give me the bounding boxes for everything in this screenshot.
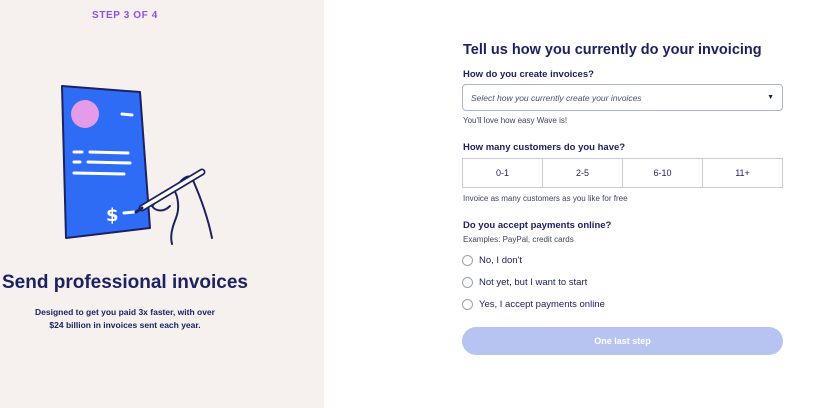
one-last-step-button[interactable]: One last step	[462, 327, 783, 355]
customers-hint: Invoice as many customers as you like fo…	[463, 194, 628, 203]
create-invoices-placeholder: Select how you currently create your inv…	[471, 92, 642, 103]
radio-button[interactable]	[462, 255, 473, 266]
create-invoices-select[interactable]: Select how you currently create your inv…	[462, 84, 783, 111]
radio-label: Yes, I accept payments online	[479, 299, 605, 310]
payments-option-no[interactable]: No, I don't	[462, 255, 522, 266]
payments-option-yes[interactable]: Yes, I accept payments online	[462, 299, 605, 310]
left-panel: STEP 3 OF 4 $ Send professional invoices…	[0, 0, 324, 408]
radio-button[interactable]	[462, 299, 473, 310]
caret-down-icon: ▼	[767, 94, 774, 101]
create-invoices-label: How do you create invoices?	[463, 69, 594, 80]
form-title: Tell us how you currently do your invoic…	[463, 42, 762, 58]
left-title: Send professional invoices	[1, 272, 249, 293]
customer-option-11-plus[interactable]: 11+	[703, 159, 782, 187]
payments-label: Do you accept payments online?	[463, 220, 612, 231]
customer-option-2-5[interactable]: 2-5	[543, 159, 623, 187]
step-indicator: STEP 3 OF 4	[92, 10, 158, 21]
payments-option-not-yet[interactable]: Not yet, but I want to start	[462, 277, 587, 288]
left-subtitle: Designed to get you paid 3x faster, with…	[35, 307, 215, 330]
radio-label: No, I don't	[479, 255, 523, 266]
customer-option-6-10[interactable]: 6-10	[623, 159, 703, 187]
radio-label: Not yet, but I want to start	[479, 277, 588, 288]
invoice-illustration: $	[61, 85, 213, 245]
customers-label: How many customers do you have?	[463, 142, 626, 153]
create-invoices-hint: You'll love how easy Wave is!	[463, 116, 568, 125]
customer-option-0-1[interactable]: 0-1	[463, 159, 543, 187]
payments-hint: Examples: PayPal, credit cards	[463, 235, 574, 244]
radio-button[interactable]	[462, 277, 473, 288]
svg-text:$: $	[106, 205, 119, 226]
customer-count-selector: 0-1 2-5 6-10 11+	[462, 158, 783, 188]
